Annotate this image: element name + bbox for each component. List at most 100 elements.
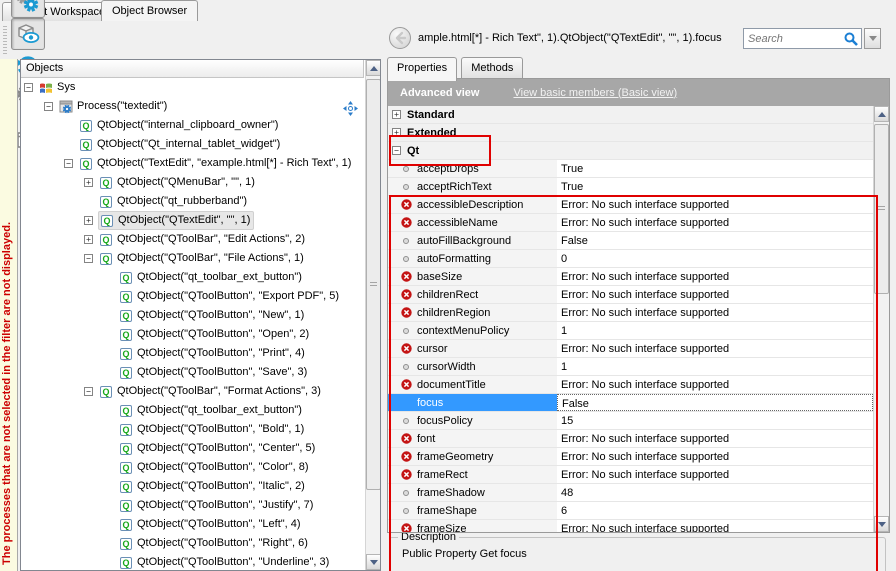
tab-methods[interactable]: Methods	[461, 57, 523, 79]
property-row[interactable]: frameShadow48	[388, 484, 873, 502]
search-options-dropdown[interactable]	[864, 28, 881, 49]
tree-item[interactable]: QQtObject("Qt_internal_tablet_widget")	[21, 135, 364, 154]
property-value[interactable]: 15	[557, 412, 873, 429]
property-value[interactable]: True	[557, 160, 873, 177]
tree-expander-collapse[interactable]: −	[44, 102, 53, 111]
search-icon[interactable]	[843, 31, 859, 47]
property-row[interactable]: accessibleNameError: No such interface s…	[388, 214, 873, 232]
tree-item[interactable]: −QQtObject("QToolBar", "File Actions", 1…	[21, 249, 364, 268]
property-row[interactable]: frameRectError: No such interface suppor…	[388, 466, 873, 484]
property-value[interactable]: 1	[557, 322, 873, 339]
property-value[interactable]: Error: No such interface supported	[557, 430, 873, 447]
property-value[interactable]: Error: No such interface supported	[557, 286, 873, 303]
section-expander-expand[interactable]: +	[392, 110, 401, 119]
tree-expander-expand[interactable]: +	[84, 235, 93, 244]
property-value[interactable]: Error: No such interface supported	[557, 520, 873, 532]
property-row[interactable]: frameSizeError: No such interface suppor…	[388, 520, 873, 532]
gear-gear-button[interactable]	[11, 0, 45, 18]
property-row[interactable]: acceptRichTextTrue	[388, 178, 873, 196]
tab-properties[interactable]: Properties	[387, 57, 457, 81]
property-value[interactable]: Error: No such interface supported	[557, 196, 873, 213]
property-value[interactable]: 1	[557, 358, 873, 375]
tree-item[interactable]: QQtObject("qt_rubberband")	[21, 192, 364, 211]
property-row[interactable]: cursorWidth1	[388, 358, 873, 376]
tree-item[interactable]: QQtObject("QToolButton", "Color", 8)	[21, 458, 364, 477]
property-row[interactable]: frameShape6	[388, 502, 873, 520]
property-row[interactable]: acceptDropsTrue	[388, 160, 873, 178]
property-value[interactable]: Error: No such interface supported	[557, 268, 873, 285]
grid-scrollbar[interactable]	[873, 106, 889, 532]
tree-item[interactable]: QQtObject("qt_toolbar_ext_button")	[21, 268, 364, 287]
property-value[interactable]: 48	[557, 484, 873, 501]
tree-item[interactable]: QQtObject("QToolButton", "Open", 2)	[21, 325, 364, 344]
property-row[interactable]: focusPolicy15	[388, 412, 873, 430]
tree-item[interactable]: QQtObject("QToolButton", "Print", 4)	[21, 344, 364, 363]
cube-eye-button[interactable]	[11, 18, 45, 50]
property-row[interactable]: autoFillBackgroundFalse	[388, 232, 873, 250]
property-value[interactable]: False	[557, 394, 873, 411]
property-value[interactable]: Error: No such interface supported	[557, 304, 873, 321]
tree-item[interactable]: −QQtObject("TextEdit", "example.html[*] …	[21, 154, 364, 173]
tree-expander-collapse[interactable]: −	[84, 254, 93, 263]
tree-expander-expand[interactable]: +	[84, 216, 93, 225]
property-section-standard[interactable]: +Standard	[388, 106, 873, 124]
property-row[interactable]: childrenRegionError: No such interface s…	[388, 304, 873, 322]
tree-item[interactable]: −Sys	[21, 78, 364, 97]
object-picker-icon[interactable]	[343, 101, 358, 116]
property-section-extended[interactable]: +Extended	[388, 124, 873, 142]
tree-item[interactable]: +QQtObject("QToolBar", "Edit Actions", 2…	[21, 230, 364, 249]
property-row[interactable]: cursorError: No such interface supported	[388, 340, 873, 358]
property-row[interactable]: childrenRectError: No such interface sup…	[388, 286, 873, 304]
property-value[interactable]: 6	[557, 502, 873, 519]
tree-item[interactable]: QQtObject("QToolButton", "Italic", 2)	[21, 477, 364, 496]
property-value[interactable]: Error: No such interface supported	[557, 376, 873, 393]
property-row[interactable]: contextMenuPolicy1	[388, 322, 873, 340]
tree-item[interactable]: QQtObject("QToolButton", "Bold", 1)	[21, 420, 364, 439]
tree-item[interactable]: QQtObject("internal_clipboard_owner")	[21, 116, 364, 135]
basic-view-link[interactable]: View basic members (Basic view)	[513, 87, 677, 99]
tree-item[interactable]: QQtObject("QToolButton", "Right", 6)	[21, 534, 364, 553]
tree-scrollbar[interactable]	[365, 60, 381, 570]
property-row[interactable]: focusFalse	[388, 394, 873, 412]
tree-item[interactable]: QQtObject("QToolButton", "Left", 4)	[21, 515, 364, 534]
tree-item[interactable]: QQtObject("qt_toolbar_ext_button")	[21, 401, 364, 420]
property-row[interactable]: accessibleDescriptionError: No such inte…	[388, 196, 873, 214]
tree-item[interactable]: QQtObject("QToolButton", "Save", 3)	[21, 363, 364, 382]
tree-scrollbar-down-button[interactable]	[366, 554, 381, 570]
grid-scrollbar-up-button[interactable]	[874, 106, 889, 122]
tree-expander-collapse[interactable]: −	[84, 387, 93, 396]
tree-expander-collapse[interactable]: −	[64, 159, 73, 168]
tree-scrollbar-up-button[interactable]	[366, 60, 381, 76]
property-row[interactable]: fontError: No such interface supported	[388, 430, 873, 448]
property-value[interactable]: True	[557, 178, 873, 195]
tree-item[interactable]: QQtObject("QToolButton", "Justify", 7)	[21, 496, 364, 515]
property-row[interactable]: baseSizeError: No such interface support…	[388, 268, 873, 286]
tree-item[interactable]: QQtObject("QToolButton", "New", 1)	[21, 306, 364, 325]
tree-scrollbar-thumb[interactable]	[366, 79, 381, 490]
tree-item[interactable]: +QQtObject("QTextEdit", "", 1)	[21, 211, 364, 230]
section-expander-collapse[interactable]: −	[392, 146, 401, 155]
property-value[interactable]: Error: No such interface supported	[557, 340, 873, 357]
tree-expander-collapse[interactable]: −	[24, 83, 33, 92]
tree-item[interactable]: +QQtObject("QMenuBar", "", 1)	[21, 173, 364, 192]
grid-scrollbar-thumb[interactable]	[874, 124, 889, 294]
property-section-qt[interactable]: −Qt	[388, 142, 873, 160]
tree-item[interactable]: −QQtObject("QToolBar", "Format Actions",…	[21, 382, 364, 401]
toolbar-drag-handle[interactable]	[3, 26, 7, 54]
search-input[interactable]	[744, 29, 846, 48]
tree-item[interactable]: QQtObject("QToolButton", "Center", 5)	[21, 439, 364, 458]
tree-expander-expand[interactable]: +	[84, 178, 93, 187]
tab-object-browser[interactable]: Object Browser	[101, 0, 198, 21]
property-value[interactable]: Error: No such interface supported	[557, 214, 873, 231]
property-value[interactable]: False	[557, 232, 873, 249]
back-button[interactable]	[389, 27, 411, 49]
property-row[interactable]: documentTitleError: No such interface su…	[388, 376, 873, 394]
section-expander-expand[interactable]: +	[392, 128, 401, 137]
property-row[interactable]: autoFormatting0	[388, 250, 873, 268]
tree-item[interactable]: QQtObject("QToolButton", "Underline", 3)	[21, 553, 364, 570]
tree-item[interactable]: QQtObject("QToolButton", "Export PDF", 5…	[21, 287, 364, 306]
property-row[interactable]: frameGeometryError: No such interface su…	[388, 448, 873, 466]
tree-item[interactable]: −Process("textedit")	[21, 97, 364, 116]
grid-scrollbar-down-button[interactable]	[874, 516, 889, 532]
property-value[interactable]: 0	[557, 250, 873, 267]
